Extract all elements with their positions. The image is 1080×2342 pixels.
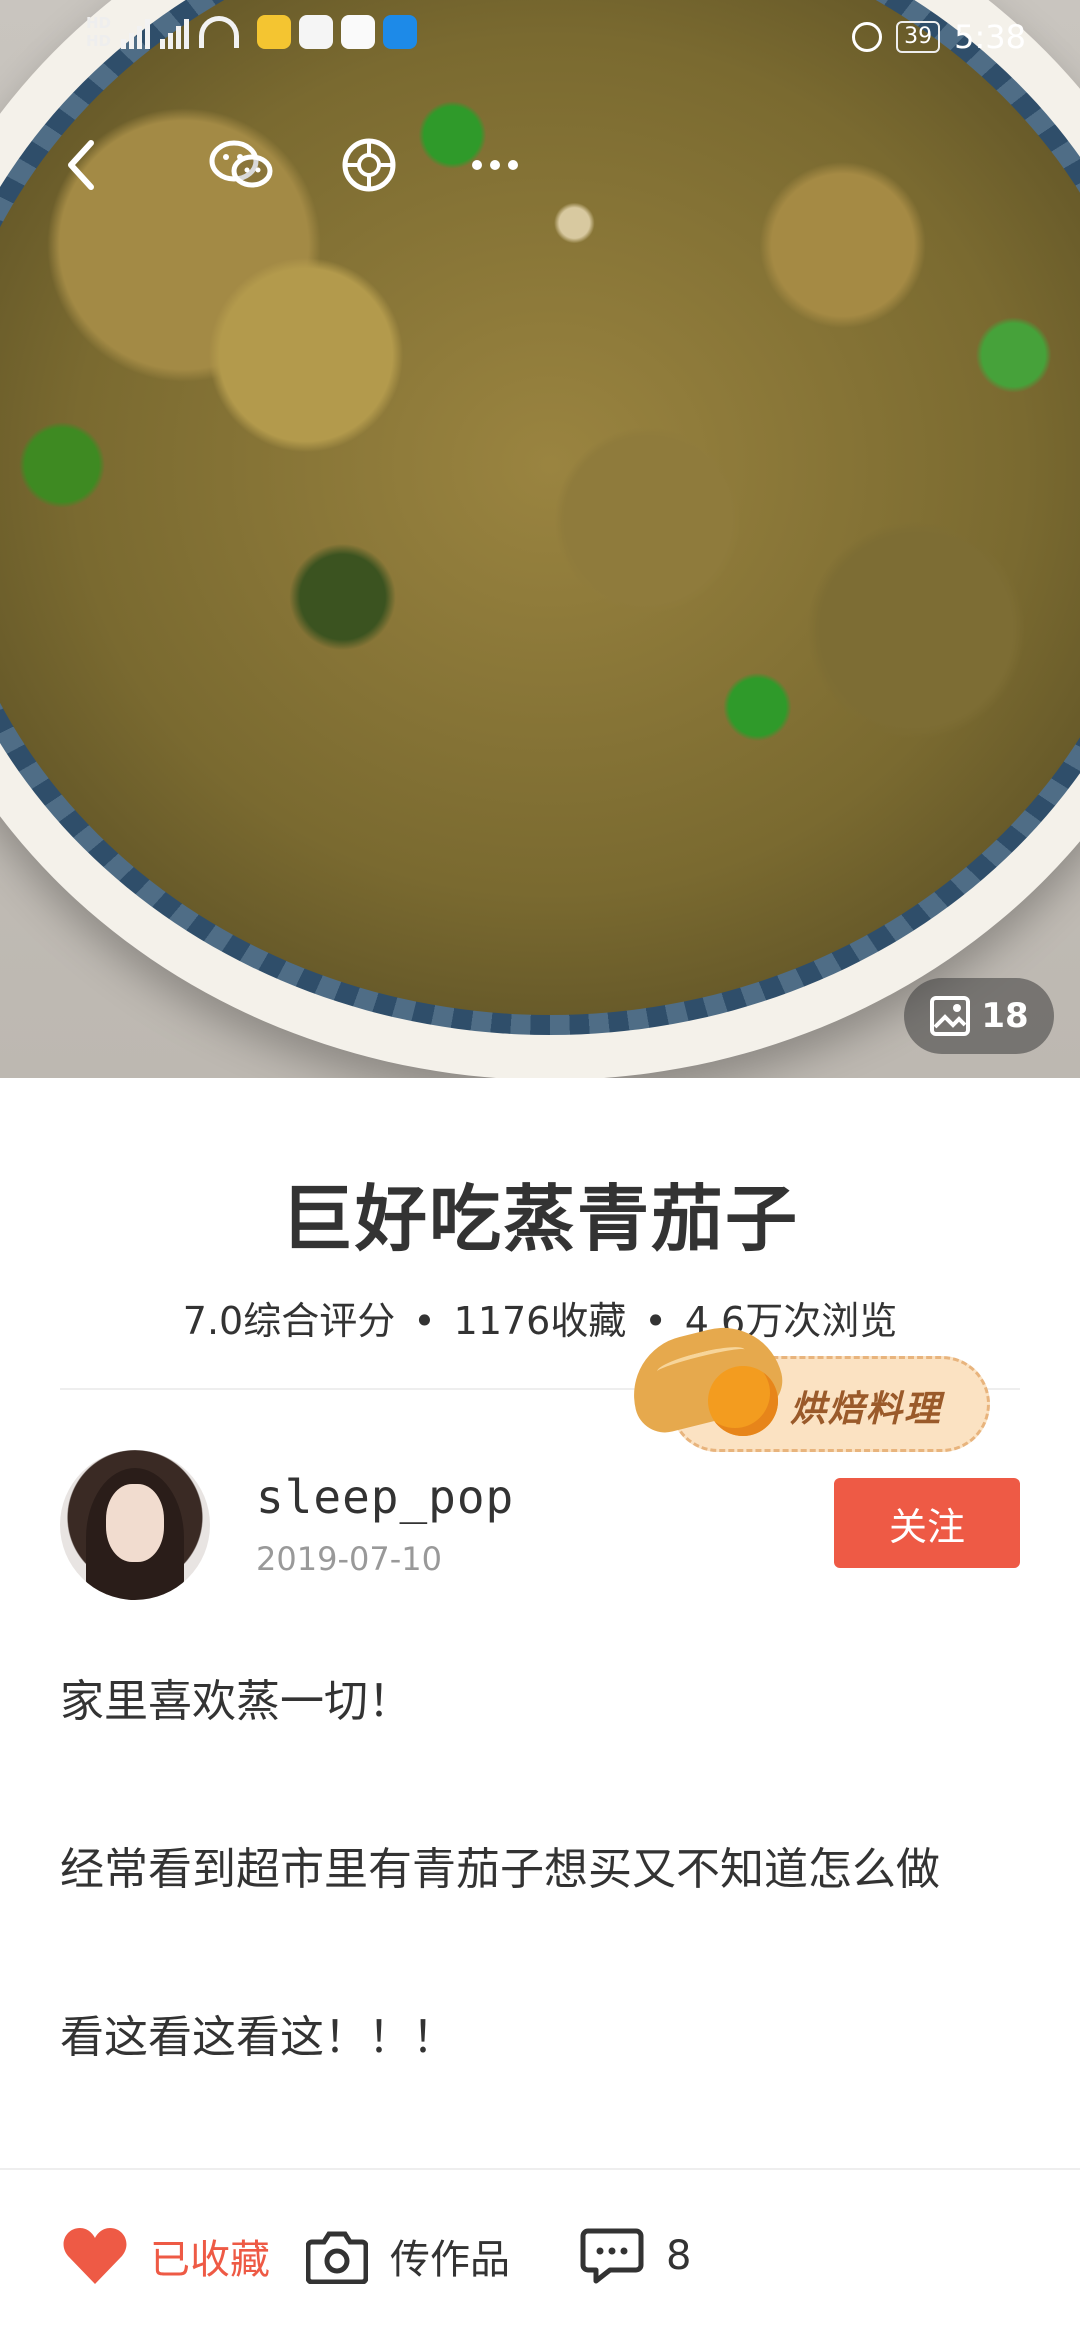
wechat-icon — [209, 140, 273, 188]
bottom-action-bar: 已收藏 传作品 8 — [0, 2168, 1080, 2340]
sticker-label: 烘焙料理 — [790, 1389, 943, 1430]
publish-date: 2019-07-10 — [256, 1540, 442, 1578]
recipe-description: 家里喜欢蒸一切！ 经常看到超市里有青茄子想买又不知道怎么做 看这看这看这！！！ — [60, 1660, 1020, 2080]
upload-work-button[interactable]: 传作品 — [306, 2170, 510, 2342]
moments-icon — [342, 138, 396, 192]
status-bar: HD HD 39 5:38 — [0, 0, 1080, 80]
camera-icon — [306, 2231, 368, 2284]
egg-yolk-icon — [708, 1366, 778, 1436]
map-app-icon — [341, 15, 376, 49]
signal-icon-2 — [160, 15, 190, 49]
battery-indicator: 39 — [896, 21, 941, 53]
chevron-left-icon — [68, 140, 94, 190]
description-line: 家里喜欢蒸一切！ — [60, 1676, 412, 1727]
score-text: 7.0综合评分 — [182, 1299, 396, 1343]
signal-icon — [121, 15, 151, 49]
hotspot-icon — [383, 15, 418, 49]
favorite-label: 已收藏 — [150, 2237, 270, 2283]
status-left: HD HD — [86, 14, 418, 50]
status-right: 39 5:38 — [852, 18, 1026, 56]
follow-button[interactable]: 关注 — [834, 1478, 1020, 1568]
comment-count: 8 — [666, 2233, 692, 2279]
comment-button[interactable]: 8 — [580, 2170, 691, 2342]
notification-icons — [257, 15, 418, 49]
favorite-button[interactable]: 已收藏 — [62, 2170, 270, 2342]
recipe-title: 巨好吃蒸青茄子 — [280, 1177, 799, 1261]
separator-dot: • — [413, 1299, 436, 1343]
alarm-icon — [852, 22, 883, 52]
category-sticker[interactable]: 烘焙料理 — [621, 1315, 1010, 1460]
heart-icon — [63, 2228, 127, 2284]
author-name[interactable]: sleep_pop — [256, 1470, 514, 1524]
upload-label: 传作品 — [390, 2237, 510, 2283]
favorites-text: 1176收藏 — [453, 1299, 627, 1343]
wifi-icon — [199, 16, 240, 48]
image-icon — [930, 996, 971, 1036]
share-wechat-button[interactable] — [206, 130, 276, 200]
weibo-icon — [257, 15, 292, 49]
status-time: 5:38 — [954, 18, 1026, 56]
description-line: 看这看这看这！！！ — [60, 2012, 456, 2063]
recipe-cover-image[interactable]: HD HD 39 5:38 18 — [0, 0, 1080, 1078]
comment-icon — [580, 2228, 644, 2284]
more-icon — [472, 160, 518, 170]
hd-indicator: HD HD — [86, 14, 112, 50]
description-line: 经常看到超市里有青茄子想买又不知道怎么做 — [60, 1844, 940, 1895]
avatar-face — [106, 1484, 164, 1562]
top-navigation — [0, 130, 1080, 200]
more-button[interactable] — [460, 130, 530, 200]
back-button[interactable] — [46, 130, 116, 200]
photo-count: 18 — [981, 996, 1029, 1036]
share-moments-button[interactable] — [334, 130, 404, 200]
video-app-icon — [299, 15, 334, 49]
author-avatar[interactable] — [60, 1450, 210, 1600]
photo-count-badge[interactable]: 18 — [904, 978, 1054, 1054]
